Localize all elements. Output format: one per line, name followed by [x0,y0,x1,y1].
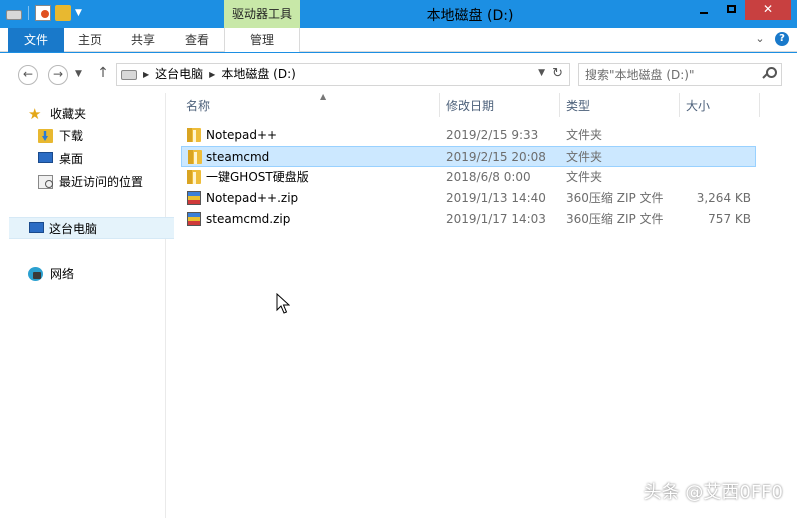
nav-label: 网络 [50,267,75,281]
tab-view[interactable]: 查看 [170,28,224,52]
chevron-right-icon[interactable]: ▶ [143,64,149,85]
file-type: 360压缩 ZIP 文件 [566,212,664,226]
zip-archive-icon [187,191,201,205]
column-date[interactable]: 修改日期 [440,93,560,117]
file-size: 757 KB [708,212,751,226]
file-date: 2019/1/17 14:03 [446,212,546,226]
minimize-button[interactable] [691,0,717,20]
ribbon-tabs: 文件 主页 共享 查看 管理 ⌄ ? [0,28,797,52]
tab-manage[interactable]: 管理 [224,28,300,52]
up-button[interactable]: ↑ [96,65,110,85]
expand-ribbon-icon[interactable]: ⌄ [753,32,767,46]
nav-label: 桌面 [59,152,84,166]
breadcrumb: ▶ 这台电脑 ▶ 本地磁盘 (D:) [143,64,296,85]
chevron-right-icon[interactable]: ▶ [209,64,215,85]
tab-share[interactable]: 共享 [116,28,170,52]
column-name[interactable]: 名称 [180,93,440,117]
mouse-cursor-icon [276,293,290,314]
search-box[interactable] [578,63,782,86]
file-row[interactable]: steamcmd 2019/2/15 20:08 文件夹 [181,146,756,167]
drive-icon [121,70,137,80]
nav-label: 下载 [59,129,84,143]
file-type: 360压缩 ZIP 文件 [566,191,664,205]
file-name: steamcmd [206,150,270,164]
navigation-bar: ← → ▼ ↑ ▶ 这台电脑 ▶ 本地磁盘 (D:) ▼ ↻ [0,53,797,93]
recent-places-icon [38,175,53,189]
zip-archive-icon [187,212,201,226]
address-bar[interactable]: ▶ 这台电脑 ▶ 本地磁盘 (D:) ▼ ↻ [116,63,570,86]
tab-file[interactable]: 文件 [8,28,64,52]
computer-icon [29,222,44,233]
recent-locations-icon[interactable]: ▼ [75,69,82,79]
nav-item-favorites[interactable]: ★ 收藏夹 [0,103,166,125]
nav-item-desktop[interactable]: 桌面 [0,148,166,170]
folder-icon [187,170,201,184]
maximize-icon [726,5,736,13]
star-icon: ★ [28,105,42,123]
file-list: ▲ 名称 修改日期 类型 大小 Notepad++ 2019/2/15 9:33… [166,92,797,518]
explorer-window: ▼ 驱动器工具 本地磁盘 (D:) ✕ 文件 主页 共享 查看 管理 ⌄ ? ←… [0,0,797,518]
file-date: 2018/6/8 0:00 [446,170,531,184]
file-type: 文件夹 [566,128,603,142]
tab-home[interactable]: 主页 [64,28,116,52]
ribbon-controls: ⌄ ? [753,32,789,46]
watermark: 头条 @艾西0FF0 [643,482,783,503]
close-icon: ✕ [762,2,774,16]
file-name: 一键GHOST硬盘版 [206,170,309,184]
file-row[interactable]: Notepad++.zip 2019/1/13 14:40 360压缩 ZIP … [181,188,756,209]
breadcrumb-local-disk[interactable]: 本地磁盘 (D:) [221,64,295,85]
file-name: Notepad++ [206,128,278,142]
maximize-button[interactable] [718,0,744,20]
content-area: ★ 收藏夹 下载 桌面 最近访问的位置 这台电脑 网络 ▲ 名称 修改日期 类型… [0,92,797,518]
file-name: Notepad++.zip [206,191,299,205]
nav-item-network[interactable]: 网络 [0,263,166,285]
file-date: 2019/2/15 9:33 [446,128,539,142]
caption-buttons: ✕ [690,0,791,20]
nav-item-recent[interactable]: 最近访问的位置 [0,171,166,193]
forward-button[interactable]: → [48,65,68,85]
folder-icon [188,150,202,164]
column-header: ▲ 名称 修改日期 类型 大小 [180,92,760,117]
file-row[interactable]: 一键GHOST硬盘版 2018/6/8 0:00 文件夹 [181,167,756,188]
file-date: 2019/2/15 20:08 [446,150,546,164]
breadcrumb-this-pc[interactable]: 这台电脑 [155,64,203,85]
close-button[interactable]: ✕ [745,0,791,20]
file-date: 2019/1/13 14:40 [446,191,546,205]
refresh-icon[interactable]: ↻ [552,66,563,81]
file-row[interactable]: Notepad++ 2019/2/15 9:33 文件夹 [181,125,756,146]
network-icon [28,267,43,281]
window-title: 本地磁盘 (D:) [426,8,514,24]
column-size[interactable]: 大小 [680,93,760,117]
file-row[interactable]: steamcmd.zip 2019/1/17 14:03 360压缩 ZIP 文… [181,209,756,230]
column-type[interactable]: 类型 [560,93,680,117]
nav-label: 收藏夹 [50,107,87,121]
downloads-icon [38,129,53,143]
minimize-icon [700,12,708,14]
search-icon[interactable] [763,67,777,79]
search-input[interactable] [585,66,755,83]
nav-label: 这台电脑 [49,222,98,236]
nav-item-downloads[interactable]: 下载 [0,125,166,147]
file-type: 文件夹 [566,170,603,184]
help-icon[interactable]: ? [775,32,789,46]
chevron-down-icon[interactable]: ▼ [538,68,545,78]
title-bar: ▼ 驱动器工具 本地磁盘 (D:) ✕ [0,0,797,28]
desktop-icon [38,152,53,163]
file-type: 文件夹 [566,150,603,164]
nav-item-this-pc[interactable]: 这台电脑 [9,217,174,239]
file-name: steamcmd.zip [206,212,291,226]
nav-label: 最近访问的位置 [59,175,144,189]
file-size: 3,264 KB [696,191,751,205]
navigation-pane: ★ 收藏夹 下载 桌面 最近访问的位置 这台电脑 网络 [0,93,174,518]
folder-icon [187,128,201,142]
back-button[interactable]: ← [18,65,38,85]
